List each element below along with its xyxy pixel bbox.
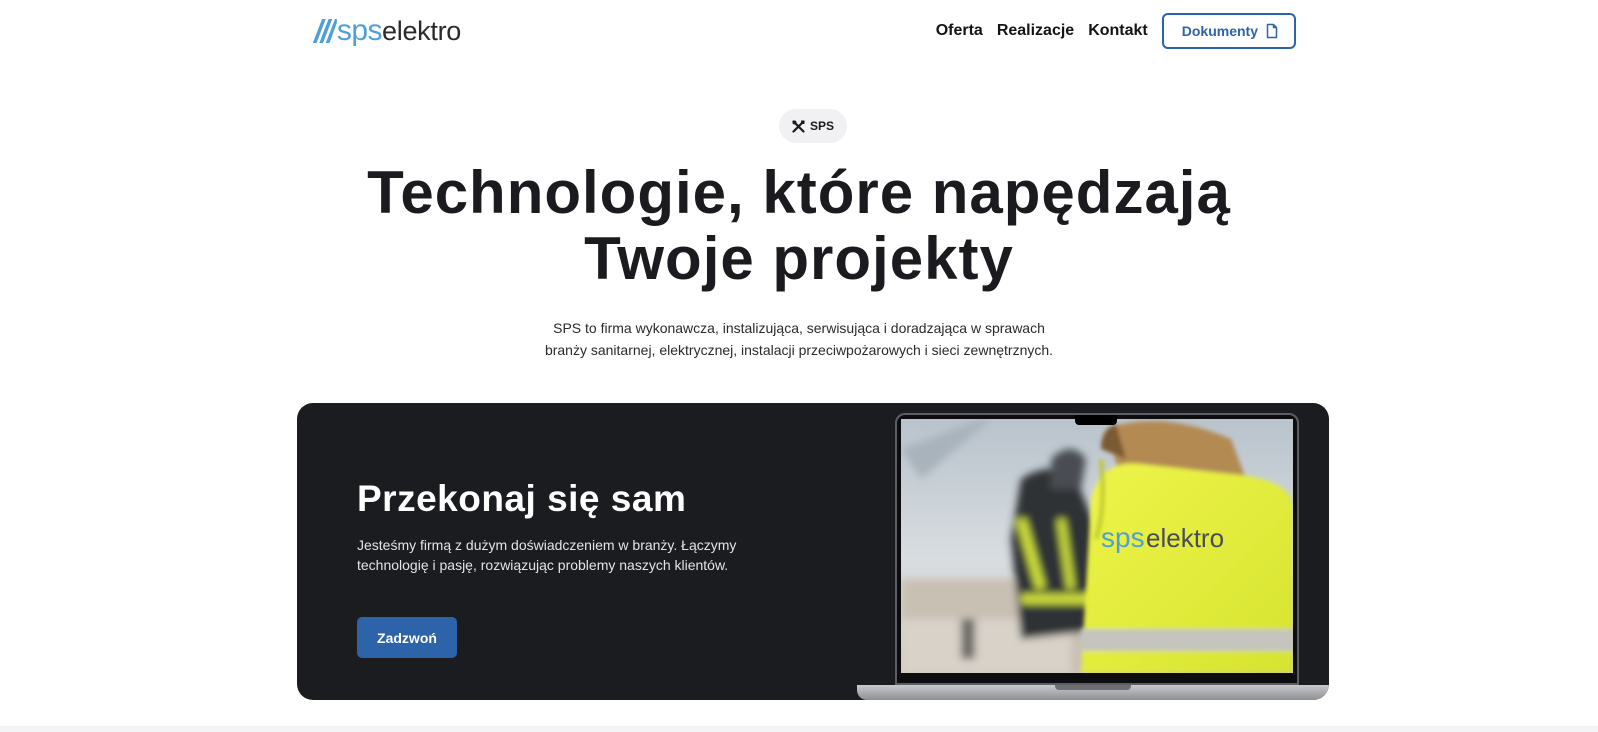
hero-subtitle: SPS to firma wykonawcza, instalizująca, … xyxy=(0,317,1598,361)
laptop-mockup: sps elektro xyxy=(857,413,1329,700)
hero-title-line-1: Technologie, które napędzają xyxy=(367,159,1231,226)
logo-sps-text: sps xyxy=(336,14,383,47)
logo-wordmark: sps elektro xyxy=(336,14,461,47)
promo-text-line-1: Jesteśmy firmą z dużym doświadczeniem w … xyxy=(357,537,737,553)
call-button[interactable]: Zadzwoń xyxy=(357,617,457,658)
hero-title-line-2: Twoje projekty xyxy=(584,225,1014,292)
laptop-screen-photo: sps elektro xyxy=(901,419,1293,673)
hero-subtitle-line-1: SPS to firma wykonawcza, instalizująca, … xyxy=(553,320,1045,336)
documents-button[interactable]: Dokumenty xyxy=(1161,13,1296,49)
laptop-lid: sps elektro xyxy=(895,413,1299,685)
main-nav: Oferta Realizacje Kontakt Dokumenty xyxy=(936,13,1296,49)
next-section-edge xyxy=(0,726,1598,732)
document-icon xyxy=(1266,23,1278,39)
promo-card: Przekonaj się sam Jesteśmy firmą z dużym… xyxy=(297,403,1329,700)
documents-button-label: Dokumenty xyxy=(1181,23,1258,39)
site-header: sps elektro Oferta Realizacje Kontakt Do… xyxy=(0,0,1598,64)
vest-logo-sps: sps xyxy=(1101,522,1145,553)
sps-badge: SPS xyxy=(779,109,847,143)
promo-text-line-2: technologię i pasję, rozwiązując problem… xyxy=(357,557,729,573)
hero-subtitle-line-2: branży sanitarnej, elektrycznej, instala… xyxy=(544,342,1054,358)
laptop-notch xyxy=(1075,415,1117,425)
nav-link-realizacje[interactable]: Realizacje xyxy=(997,22,1074,40)
nav-link-oferta[interactable]: Oferta xyxy=(936,22,983,40)
promo-text: Jesteśmy firmą z dużym doświadczeniem w … xyxy=(357,535,757,575)
stripes-logo-icon xyxy=(312,18,337,44)
sps-elektro-logo[interactable]: sps elektro xyxy=(311,14,461,48)
workers-photo: sps elektro xyxy=(901,419,1293,673)
tools-icon xyxy=(792,119,805,133)
promo-title: Przekonaj się sam xyxy=(357,478,687,519)
nav-link-kontakt[interactable]: Kontakt xyxy=(1088,22,1148,40)
logo-elektro-text: elektro xyxy=(382,16,461,46)
hero-title: Technologie, które napędzają Twoje proje… xyxy=(0,160,1598,292)
vest-logo-elektro: elektro xyxy=(1146,523,1224,553)
badge-label: SPS xyxy=(809,119,834,133)
laptop-hinge xyxy=(1055,685,1131,690)
